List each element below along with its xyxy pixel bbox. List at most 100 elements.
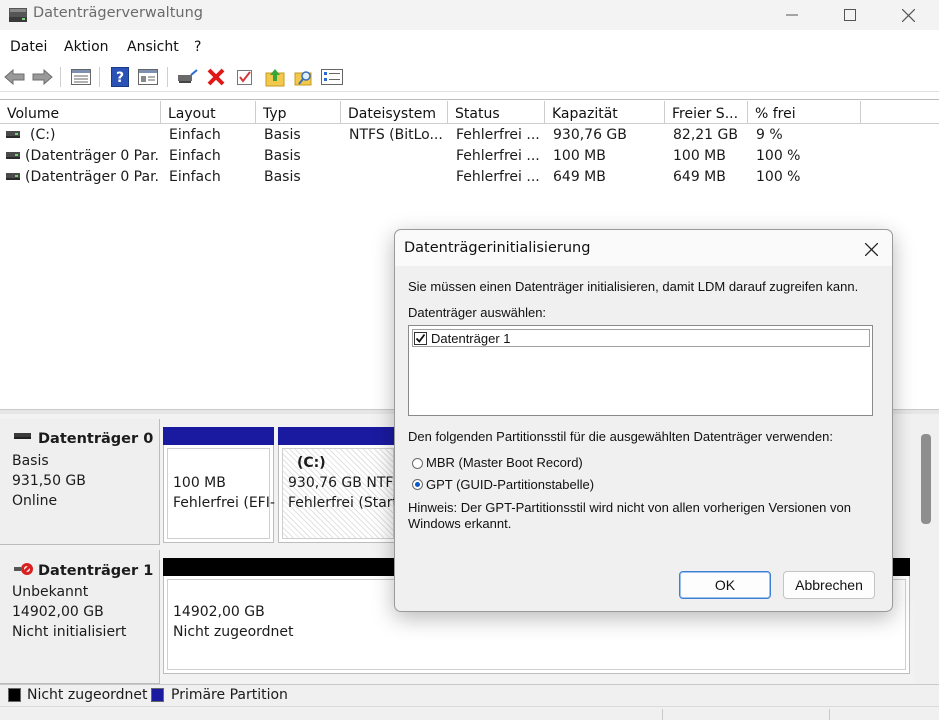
cell-prozent: 100 %: [756, 169, 801, 185]
cell-volume: (C:): [30, 127, 56, 143]
disk-1-name: Datenträger 1: [38, 563, 154, 579]
mbr-option-label[interactable]: MBR (Master Boot Record): [426, 455, 583, 470]
partition-c[interactable]: (C:) 930,76 GB NTFS Fehlerfrei (Startp: [278, 445, 398, 543]
check-icon[interactable]: [233, 65, 257, 89]
volume-icon: [6, 173, 20, 180]
status-bar: [0, 706, 939, 720]
column-header-volume[interactable]: Volume: [0, 101, 161, 124]
legend-label-primary: Primäre Partition: [171, 687, 288, 703]
table-row[interactable]: (C:) Einfach Basis NTFS (BitLo... Fehler…: [0, 125, 939, 146]
cell-prozent: 9 %: [756, 127, 783, 143]
partition-c-size: 930,76 GB NTFS: [288, 475, 398, 491]
legend-label-unallocated: Nicht zugeordnet: [27, 687, 148, 703]
gpt-hint-line-1: Hinweis: Der GPT-Partitionsstil wird nic…: [408, 500, 851, 515]
legend-swatch-primary: [151, 688, 164, 702]
cell-frei: 82,21 GB: [673, 127, 738, 143]
partition-c-label: (C:): [297, 455, 326, 471]
cell-volume: (Datenträger 0 Par...: [25, 169, 159, 185]
dialog-close-button[interactable]: [858, 237, 884, 261]
disk-selection-list[interactable]: Datenträger 1: [408, 325, 873, 416]
list-details-icon[interactable]: [320, 65, 344, 89]
cell-typ: Basis: [264, 148, 301, 164]
vertical-scrollbar[interactable]: [915, 414, 939, 684]
partition-header-bar: [278, 427, 398, 445]
menu-ansicht[interactable]: Ansicht: [127, 39, 179, 55]
disk-list-item[interactable]: Datenträger 1: [412, 329, 870, 347]
volume-icon: [6, 152, 20, 159]
column-header-freier-speicher[interactable]: Freier S...: [665, 101, 748, 124]
toolbar-separator: [167, 67, 168, 87]
properties-icon[interactable]: [136, 65, 160, 89]
window-title: Datenträgerverwaltung: [33, 5, 203, 21]
cell-typ: Basis: [264, 169, 301, 185]
column-header-prozent-frei[interactable]: % frei: [748, 101, 861, 124]
menu-datei[interactable]: Datei: [10, 39, 47, 55]
column-header-typ[interactable]: Typ: [256, 101, 341, 124]
column-header-empty: [861, 101, 939, 124]
mbr-radio[interactable]: [412, 458, 423, 469]
disk-1-size: 14902,00 GB: [12, 604, 104, 620]
cell-prozent: 100 %: [756, 148, 801, 164]
select-disk-label: Datenträger auswählen:: [408, 305, 547, 320]
column-header-status[interactable]: Status: [448, 101, 545, 124]
help-icon[interactable]: ?: [108, 65, 132, 89]
toolbar-separator: [60, 67, 61, 87]
maximize-button[interactable]: [821, 0, 879, 30]
partition-efi-size: 100 MB: [173, 475, 226, 491]
gpt-radio[interactable]: [412, 479, 423, 490]
svg-text:?: ?: [116, 70, 124, 86]
gpt-option-label[interactable]: GPT (GUID-Partitionstabelle): [426, 477, 594, 492]
folder-up-icon[interactable]: [263, 65, 287, 89]
list-view-icon[interactable]: [69, 65, 93, 89]
dialog-intro-text: Sie müssen einen Datenträger initialisie…: [408, 279, 859, 294]
dialog-title-bar: Datenträgerinitialisierung: [395, 230, 892, 266]
scrollbar-thumb[interactable]: [921, 434, 931, 524]
back-arrow-icon[interactable]: [3, 65, 27, 89]
partition-unallocated-size: 14902,00 GB: [173, 604, 265, 620]
forward-arrow-icon[interactable]: [30, 65, 54, 89]
legend-bar: Nicht zugeordnet Primäre Partition: [0, 684, 939, 706]
disk-checkbox[interactable]: [414, 332, 427, 345]
partition-unallocated-status: Nicht zugeordnet: [173, 624, 294, 640]
partition-efi-status: Fehlerfrei (EFI-: [173, 495, 275, 511]
legend-swatch-unallocated: [8, 688, 21, 702]
cell-kapazitaet: 649 MB: [553, 169, 606, 185]
disk-0-info[interactable]: Datenträger 0 Basis 931,50 GB Online: [0, 419, 160, 545]
cell-status: Fehlerfrei ...: [456, 148, 540, 164]
close-icon: [901, 8, 915, 22]
toolbar: ?: [0, 62, 939, 92]
disk-uninitialized-icon: [13, 562, 35, 576]
cell-frei: 649 MB: [673, 169, 726, 185]
menu-aktion[interactable]: Aktion: [64, 39, 109, 55]
title-bar: Datenträgerverwaltung: [0, 0, 939, 30]
dialog-title: Datenträgerinitialisierung: [404, 240, 591, 256]
close-button[interactable]: [879, 0, 937, 30]
initialize-disk-dialog: Datenträgerinitialisierung Sie müssen ei…: [394, 229, 893, 612]
column-header-layout[interactable]: Layout: [161, 101, 256, 124]
column-header-kapazitaet[interactable]: Kapazität: [545, 101, 665, 124]
table-row[interactable]: (Datenträger 0 Par... Einfach Basis Fehl…: [0, 146, 939, 167]
partition-efi[interactable]: 100 MB Fehlerfrei (EFI-: [163, 445, 275, 543]
minimize-button[interactable]: [763, 0, 821, 30]
cancel-button[interactable]: Abbrechen: [783, 571, 875, 599]
connect-icon[interactable]: [175, 65, 199, 89]
disk-1-info[interactable]: Datenträger 1 Unbekannt 14902,00 GB Nich…: [0, 550, 160, 684]
table-row[interactable]: (Datenträger 0 Par... Einfach Basis Fehl…: [0, 167, 939, 188]
maximize-icon: [844, 9, 856, 21]
disk-list-item-label: Datenträger 1: [431, 331, 511, 346]
cell-layout: Einfach: [169, 169, 221, 185]
status-divider: [662, 709, 663, 720]
minimize-icon: [786, 14, 798, 16]
delete-icon[interactable]: [204, 65, 228, 89]
column-header-dateisystem[interactable]: Dateisystem: [341, 101, 448, 124]
partition-c-status: Fehlerfrei (Startp: [288, 495, 398, 511]
disk-0-state: Online: [12, 493, 58, 509]
disk-1-state: Nicht initialisiert: [12, 624, 127, 640]
cell-kapazitaet: 100 MB: [553, 148, 606, 164]
ok-button[interactable]: OK: [679, 571, 771, 599]
menu-help[interactable]: ?: [194, 39, 201, 55]
volume-icon: [6, 131, 20, 138]
cell-status: Fehlerfrei ...: [456, 169, 540, 185]
cell-frei: 100 MB: [673, 148, 726, 164]
folder-search-icon[interactable]: [292, 65, 316, 89]
